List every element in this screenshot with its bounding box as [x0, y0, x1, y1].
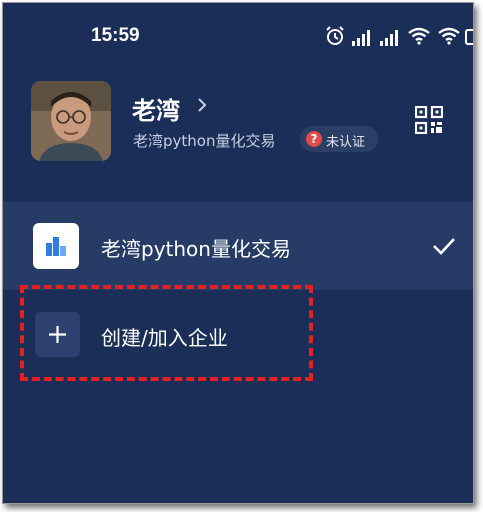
- check-icon: [433, 238, 455, 255]
- avatar-photo: [31, 81, 111, 161]
- battery-icon: [465, 29, 473, 45]
- question-icon: ?: [306, 131, 322, 147]
- avatar[interactable]: [31, 81, 111, 161]
- qr-code-icon[interactable]: [415, 106, 443, 134]
- status-bar: 15:59: [3, 3, 473, 65]
- verify-badge[interactable]: ? 未认证: [300, 126, 378, 152]
- signal-icon: [352, 30, 370, 46]
- chevron-right-icon[interactable]: [196, 96, 208, 114]
- verify-status: 未认证: [326, 135, 366, 150]
- create-join-org-button[interactable]: 创建/加入企业: [3, 291, 473, 379]
- plus-icon: [49, 326, 66, 343]
- org-logo-icon: [46, 237, 66, 256]
- org-logo: [33, 223, 79, 269]
- wifi-icon: [438, 27, 460, 45]
- screenshot-frame: 15:59 老湾 老湾python量化交易 ? 未认证 老湾python量化交易…: [2, 2, 474, 504]
- add-org-box: [35, 312, 80, 357]
- org-item-label: 老湾python量化交易: [101, 237, 291, 261]
- wifi-icon: [408, 27, 430, 45]
- profile-org: 老湾python量化交易: [133, 132, 276, 150]
- status-time: 15:59: [91, 25, 140, 46]
- signal-icon: [380, 30, 398, 46]
- alarm-icon: [326, 26, 344, 45]
- profile-name[interactable]: 老湾: [132, 91, 180, 126]
- org-item-current[interactable]: 老湾python量化交易: [3, 202, 473, 290]
- create-join-org-label: 创建/加入企业: [101, 326, 228, 350]
